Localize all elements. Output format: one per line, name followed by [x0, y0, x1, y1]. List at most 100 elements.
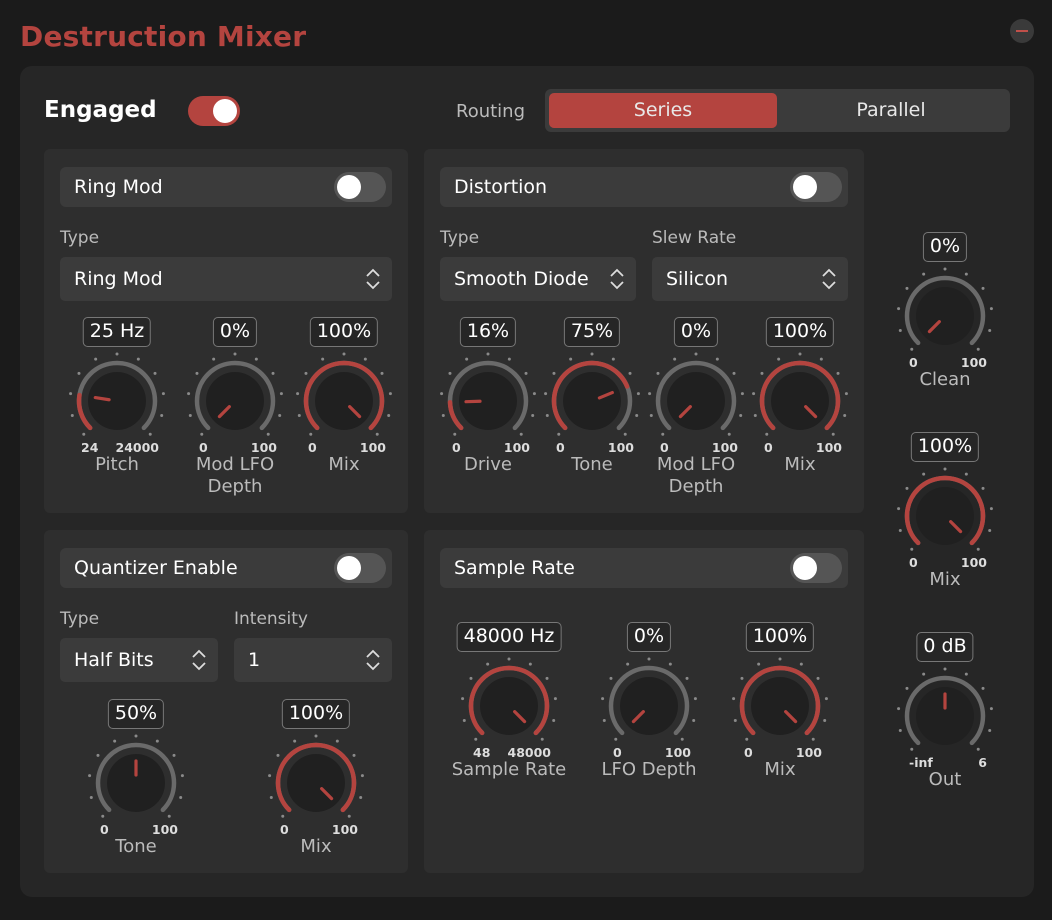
knob-value: 100%: [281, 699, 351, 729]
sample-rate-toggle[interactable]: [790, 553, 842, 583]
sample-rate-rate-knob[interactable]: 48000 Hz 48 48000 Sample Rate: [452, 622, 566, 802]
toggle-thumb: [793, 556, 817, 580]
knob-tick: [342, 352, 346, 356]
quantizer-type-select[interactable]: Half Bits: [60, 638, 218, 682]
quantizer-intensity-label: Intensity: [234, 609, 308, 629]
knob-tick: [988, 729, 992, 733]
knob-tick: [922, 472, 926, 476]
knob-value: 100%: [910, 432, 980, 462]
knob-tick: [981, 686, 985, 690]
output-mix-knob[interactable]: 100% 0 100 Mix: [895, 432, 995, 612]
knob-tick: [172, 753, 176, 757]
knob-range-min: 0: [909, 355, 918, 370]
ring-mod-mix-knob[interactable]: 100% 0 100 Mix: [294, 317, 394, 497]
knob-tick: [279, 392, 283, 396]
knob-tick: [187, 392, 191, 396]
knob-body: [315, 372, 373, 430]
knob-label: Pitch: [95, 454, 139, 475]
quantizer-intensity-select[interactable]: 1: [234, 638, 392, 682]
knob-tick: [440, 392, 444, 396]
knob-range-max: 100: [960, 355, 987, 370]
knob-tick: [309, 432, 313, 436]
select-value: Half Bits: [74, 649, 154, 671]
knob-tick: [388, 392, 392, 396]
knob-range-max: 100: [815, 440, 842, 455]
knob-tick: [649, 414, 653, 418]
knob-tick: [552, 371, 556, 375]
chevron-up-down-icon: [366, 649, 380, 671]
knob-tick: [752, 392, 756, 396]
knob-tick: [569, 357, 573, 361]
distortion-tone-knob[interactable]: 75% 0 100 Tone: [542, 317, 642, 497]
knob-tick: [101, 814, 105, 818]
knob-range-min: 0: [452, 440, 461, 455]
knob-tick: [266, 432, 270, 436]
output-clean-knob[interactable]: 0% 0 100 Clean: [895, 232, 995, 412]
ring-mod-pitch-knob[interactable]: 25 Hz 24 24000 Pitch: [67, 317, 167, 497]
output-gain-knob[interactable]: 0 dB -inf 6 Out: [895, 632, 995, 812]
knob-tick: [693, 697, 697, 701]
distortion-mix-knob[interactable]: 100% 0 100 Mix: [750, 317, 850, 497]
toggle-thumb: [213, 99, 237, 123]
knob-tick: [545, 676, 549, 680]
knob-tick: [380, 371, 384, 375]
distortion-drive-knob[interactable]: 16% 0 100 Drive: [438, 317, 538, 497]
knob-tick: [819, 357, 823, 361]
knob-range-max: 100: [711, 440, 738, 455]
knob-label: LFO Depth: [601, 759, 697, 780]
distortion-type-select[interactable]: Smooth Diode: [440, 257, 636, 301]
distortion-header: Distortion: [440, 167, 848, 207]
knob-tick: [623, 432, 627, 436]
knob-range-min: 0: [660, 440, 669, 455]
knob-tick: [321, 357, 325, 361]
quantizer-type-label: Type: [60, 609, 100, 629]
routing-series-button[interactable]: Series: [549, 93, 777, 128]
knob-tick: [905, 486, 909, 490]
ring-mod-type-select[interactable]: Ring Mod: [60, 257, 392, 301]
knob-tick: [180, 774, 184, 778]
sample-rate-lfo-depth-knob[interactable]: 0% 0 100 LFO Depth: [599, 622, 699, 802]
knob-range-min: 48: [473, 745, 491, 760]
knob-tick: [352, 753, 356, 757]
sample-rate-mix-knob[interactable]: 100% 0 100 Mix: [730, 622, 830, 802]
knob-tick: [524, 371, 528, 375]
engaged-toggle[interactable]: [188, 96, 240, 126]
knob-tick: [375, 432, 379, 436]
knob-tick: [989, 507, 993, 511]
knob-tick: [757, 662, 761, 666]
distortion-lfo-depth-knob[interactable]: 0% 0 100 Mod LFO Depth: [646, 317, 746, 497]
knob-tick: [673, 357, 677, 361]
knob-tick: [943, 667, 947, 671]
knob-tick: [897, 707, 901, 711]
knob-tick: [82, 432, 86, 436]
knob-range-min: 0: [613, 745, 622, 760]
routing-parallel-button[interactable]: Parallel: [777, 93, 1005, 128]
knob-range-max: 24000: [115, 440, 160, 455]
knob-label: Mix: [784, 454, 816, 475]
ring-mod-lfo-depth-knob[interactable]: 0% 0 100 Mod LFO Depth: [185, 317, 285, 497]
knob-tick: [453, 432, 457, 436]
quantizer-mix-knob[interactable]: 100% 0 100 Mix: [266, 699, 366, 879]
knob-tick: [609, 676, 613, 680]
knob-body: [916, 287, 974, 345]
minimize-icon[interactable]: [1010, 19, 1034, 43]
knob-tick: [89, 796, 93, 800]
distortion-toggle[interactable]: [790, 172, 842, 202]
knob-indicator: [93, 395, 111, 402]
ring-mod-toggle[interactable]: [334, 172, 386, 202]
knob-tick: [647, 657, 651, 661]
knob-tick: [614, 737, 618, 741]
knob-tick: [179, 796, 183, 800]
knob-tick: [363, 357, 367, 361]
knob-tick: [161, 392, 165, 396]
distortion-slew-select[interactable]: Silicon: [652, 257, 848, 301]
knob-dial: [601, 657, 697, 741]
knob-tick: [519, 432, 523, 436]
knob-range-min: 0: [199, 440, 208, 455]
quantizer-toggle[interactable]: [334, 553, 386, 583]
knob-tick: [557, 432, 561, 436]
quantizer-tone-knob[interactable]: 50% 0 100 Tone: [86, 699, 186, 879]
knob-dial: [187, 352, 283, 436]
knob-tick: [281, 814, 285, 818]
knob-range-max: 100: [151, 822, 178, 837]
